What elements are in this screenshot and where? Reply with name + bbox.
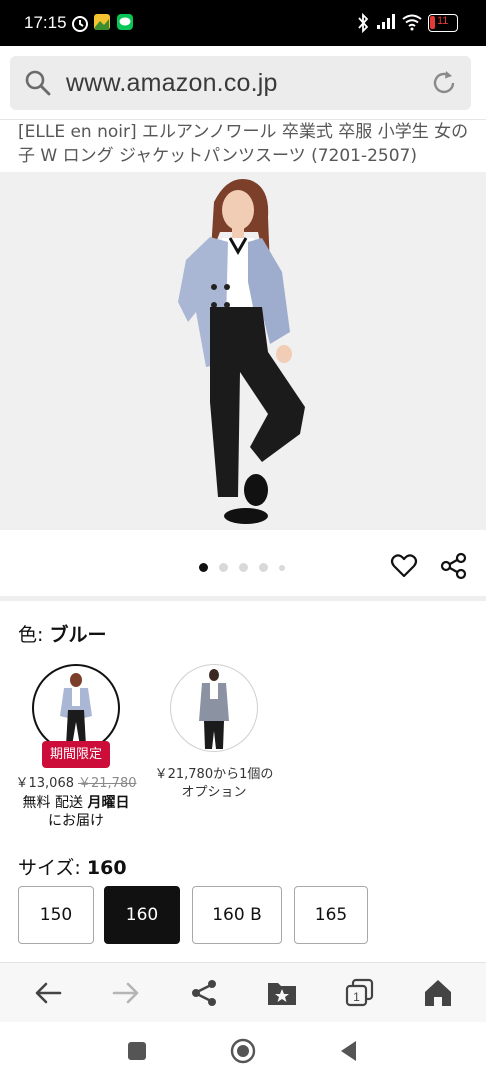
url-bar[interactable]: www.amazon.co.jp bbox=[10, 56, 471, 110]
delivery-prefix: 無料 配送 bbox=[22, 795, 83, 811]
reload-icon[interactable] bbox=[430, 69, 458, 97]
size-label-prefix: サイズ: bbox=[18, 857, 81, 879]
color-swatch-blue[interactable] bbox=[32, 664, 120, 752]
wifi-icon bbox=[402, 14, 422, 31]
back-triangle-icon[interactable] bbox=[336, 1038, 362, 1064]
image-controls bbox=[0, 530, 486, 596]
home-icon[interactable] bbox=[422, 977, 454, 1009]
carousel-dot[interactable] bbox=[259, 563, 268, 572]
bluetooth-icon bbox=[358, 13, 369, 33]
share-icon[interactable] bbox=[188, 977, 220, 1009]
section-divider bbox=[0, 596, 486, 601]
browser-bottom-nav: 1 bbox=[0, 962, 486, 1022]
product-photo bbox=[178, 178, 305, 524]
swatch-thumbnail bbox=[60, 673, 92, 746]
browser-toolbar: www.amazon.co.jp bbox=[0, 46, 486, 120]
size-option-160b[interactable]: 160 B bbox=[192, 886, 282, 944]
status-bar: 17:15 11 bbox=[0, 0, 486, 46]
svg-text:1: 1 bbox=[353, 990, 360, 1004]
product-image[interactable] bbox=[0, 172, 486, 530]
color-label-prefix: 色: bbox=[18, 624, 44, 646]
size-option-165[interactable]: 165 bbox=[294, 886, 368, 944]
url-text[interactable]: www.amazon.co.jp bbox=[66, 69, 278, 98]
delivery-suffix: にお届け bbox=[48, 813, 104, 829]
signal-icon bbox=[377, 14, 395, 29]
list-price: ￥21,780 bbox=[78, 776, 137, 791]
share-icon[interactable] bbox=[440, 552, 468, 580]
weather-app-icon bbox=[94, 14, 110, 30]
bookmark-folder-icon[interactable] bbox=[266, 977, 298, 1009]
offer-line-2: オプション bbox=[181, 785, 247, 800]
sale-price: ￥13,068 bbox=[15, 776, 75, 791]
carousel-dot[interactable] bbox=[199, 563, 208, 572]
product-title[interactable]: [ELLE en noir] エルアンノワール 卒業式 卒服 小学生 女の子 W… bbox=[18, 120, 473, 168]
color-label: 色: ブルー bbox=[18, 620, 106, 647]
delivery-day: 月曜日 bbox=[87, 795, 130, 811]
color-selected-value: ブルー bbox=[49, 624, 107, 646]
color-option-gray-info[interactable]: ￥21,780から1個の オプション bbox=[144, 766, 284, 802]
system-nav-bar bbox=[0, 1022, 486, 1080]
search-icon bbox=[25, 70, 51, 96]
carousel-dot[interactable] bbox=[219, 563, 228, 572]
battery-level: 11 bbox=[437, 15, 449, 27]
forward-arrow-icon[interactable] bbox=[110, 977, 142, 1009]
size-selected-value: 160 bbox=[86, 857, 127, 879]
swatch-thumbnail bbox=[199, 669, 229, 749]
color-swatch-gray[interactable] bbox=[170, 664, 258, 752]
wishlist-heart-icon[interactable] bbox=[390, 552, 418, 580]
alarm-icon bbox=[72, 16, 88, 32]
limited-time-badge: 期間限定 bbox=[42, 741, 110, 768]
carousel-dot[interactable] bbox=[279, 564, 285, 571]
size-option-150[interactable]: 150 bbox=[18, 886, 94, 944]
carousel-dot[interactable] bbox=[239, 563, 248, 572]
recents-square-icon[interactable] bbox=[124, 1038, 150, 1064]
line-app-icon bbox=[117, 14, 133, 30]
delivery-line: 無料 配送 月曜日 bbox=[4, 794, 148, 812]
color-option-blue-info[interactable]: ￥13,068 ￥21,780 無料 配送 月曜日 にお届け bbox=[4, 775, 148, 830]
size-option-160[interactable]: 160 bbox=[104, 886, 180, 944]
back-arrow-icon[interactable] bbox=[32, 977, 64, 1009]
carousel-dots[interactable] bbox=[199, 563, 296, 572]
home-circle-icon[interactable] bbox=[230, 1038, 256, 1064]
offer-line-1: ￥21,780から1個の bbox=[154, 767, 274, 782]
tabs-icon[interactable]: 1 bbox=[344, 977, 376, 1009]
size-label: サイズ: 160 bbox=[18, 853, 127, 880]
battery-icon: 11 bbox=[428, 14, 458, 32]
status-time: 17:15 bbox=[24, 13, 67, 32]
price-line: ￥13,068 ￥21,780 bbox=[4, 775, 148, 793]
